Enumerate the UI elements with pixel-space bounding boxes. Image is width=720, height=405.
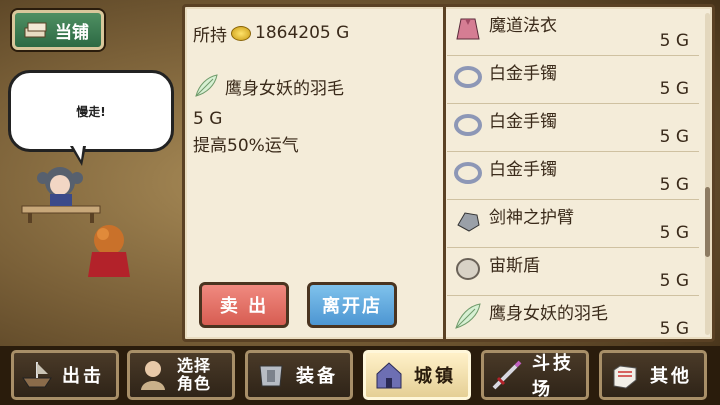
item-name: 宙斯盾 — [489, 256, 540, 276]
speech-bubble-tail-fill — [73, 146, 83, 160]
item-name: 鹰身女妖的羽毛 — [489, 304, 608, 324]
money-value: 1864205 G — [255, 23, 350, 43]
item-price: 5 G — [659, 223, 689, 243]
nav-label: 装备 — [296, 366, 338, 387]
item-detail: 所持 1864205 G 鹰身女妖的羽毛 5 G 提高50%运气 — [193, 13, 433, 156]
nav-label: 斗技场 — [532, 353, 574, 400]
item-price: 5 G — [659, 79, 689, 99]
nav-label: 出击 — [62, 366, 104, 387]
item-list[interactable]: 魔道法衣 5 G 白金手镯 5 G 白金手镯 5 G 白金手镯 5 G 剑神之护… — [447, 7, 699, 339]
panel-divider — [443, 7, 446, 339]
money-label: 所持 — [193, 25, 227, 46]
pawnshop-tab[interactable]: 当铺 — [12, 10, 104, 50]
sword-icon — [492, 360, 522, 390]
selected-item-effect: 提高50%运气 — [193, 136, 299, 156]
list-item[interactable]: 白金手镯 5 G — [447, 103, 699, 152]
nav-select-character[interactable]: 选择 角色 — [127, 350, 235, 400]
shop-panel: 所持 1864205 G 鹰身女妖的羽毛 5 G 提高50%运气 卖 出 离开店… — [182, 4, 715, 342]
list-item[interactable]: 宙斯盾 5 G — [447, 247, 699, 296]
item-price: 5 G — [659, 175, 689, 195]
gauntlet-icon — [457, 212, 480, 232]
list-item[interactable]: 魔道法衣 5 G — [447, 7, 699, 56]
item-name: 白金手镯 — [489, 160, 557, 180]
item-price: 5 G — [659, 319, 689, 339]
nav-label: 其他 — [650, 366, 692, 387]
armor-icon — [259, 365, 283, 387]
list-item[interactable]: 剑神之护臂 5 G — [447, 199, 699, 248]
character-icon — [141, 361, 165, 390]
nav-town[interactable]: 城镇 — [363, 350, 471, 400]
selected-item-name: 鹰身女妖的羽毛 — [225, 78, 344, 99]
nav-other[interactable]: 其他 — [599, 350, 707, 400]
list-item[interactable]: 白金手镯 5 G — [447, 151, 699, 200]
selected-item-name-row: 鹰身女妖的羽毛 — [193, 73, 433, 99]
town-icon — [376, 362, 402, 389]
coin-icon — [231, 25, 251, 41]
robe-icon — [456, 18, 480, 40]
bracelet-icon — [454, 114, 482, 136]
ship-icon — [22, 362, 52, 388]
pawnshop-tab-label: 当铺 — [55, 22, 89, 43]
nav-sortie[interactable]: 出击 — [11, 350, 119, 400]
speech-text: 慢走! — [76, 104, 106, 119]
feather-icon — [195, 74, 218, 97]
scrollbar-thumb[interactable] — [705, 187, 710, 257]
money-display: 所持 1864205 G — [193, 13, 433, 53]
nav-label: 城镇 — [414, 366, 456, 387]
bottom-nav: 出击 选择 角色 装备 城镇 斗技场 其他 — [0, 346, 720, 405]
glove-icon — [613, 365, 637, 389]
hero-sprite — [88, 225, 130, 277]
nav-arena[interactable]: 斗技场 — [481, 350, 589, 400]
sell-button[interactable]: 卖 出 — [199, 282, 289, 328]
item-price: 5 G — [659, 31, 689, 51]
item-price: 5 G — [659, 127, 689, 147]
list-item[interactable]: 白金手镯 5 G — [447, 55, 699, 104]
item-name: 白金手镯 — [489, 112, 557, 132]
list-item[interactable]: 鹰身女妖的羽毛 5 G — [447, 295, 699, 339]
item-name: 魔道法衣 — [489, 16, 557, 36]
leave-shop-button[interactable]: 离开店 — [307, 282, 397, 328]
selected-item-price: 5 G — [193, 109, 223, 129]
item-list-scrollbar[interactable] — [705, 13, 710, 335]
item-name: 剑神之护臂 — [489, 208, 574, 228]
item-price: 5 G — [659, 271, 689, 291]
bracelet-icon — [454, 162, 482, 184]
speech-bubble: 慢走! — [8, 70, 174, 152]
nav-equipment[interactable]: 装备 — [245, 350, 353, 400]
item-name: 白金手镯 — [489, 64, 557, 84]
bracelet-icon — [454, 66, 482, 88]
shield-icon — [456, 258, 480, 280]
shopkeeper-sprite — [21, 167, 101, 223]
nav-label: 选择 角色 — [176, 356, 211, 393]
scroll-pile-icon — [24, 22, 47, 38]
feather-icon — [455, 303, 481, 329]
